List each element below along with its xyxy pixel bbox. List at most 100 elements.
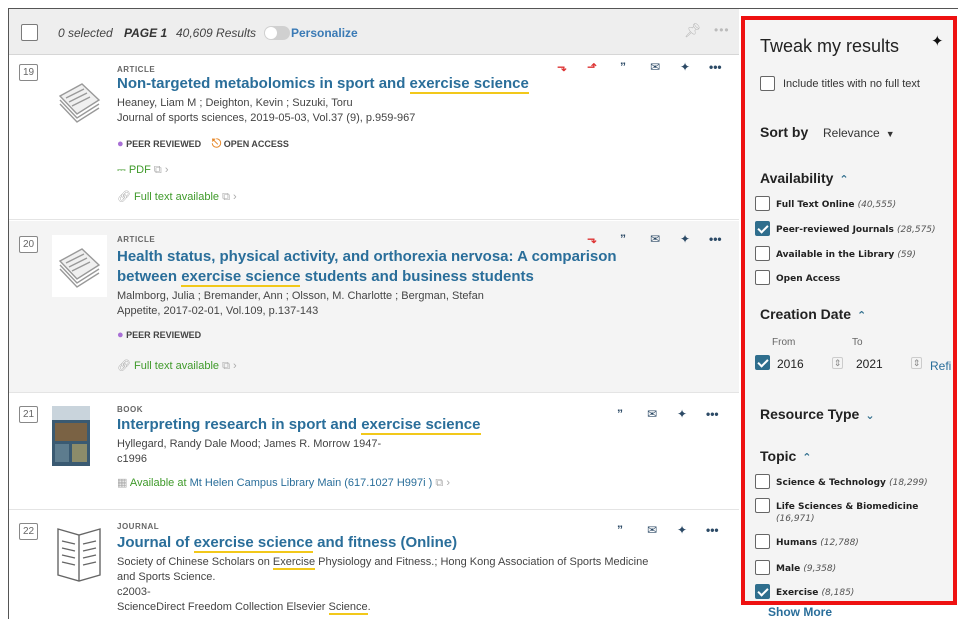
facet-open-access[interactable]: Open Access: [776, 273, 840, 285]
pin-icon[interactable]: ✦: [931, 32, 944, 50]
more-icon[interactable]: •••: [714, 23, 730, 37]
chevron-right-icon: ›: [164, 164, 169, 176]
facet-checkbox-humans[interactable]: [755, 534, 770, 549]
fulltext-link[interactable]: 🔗︎ Full text available ⧉ ›: [117, 359, 237, 373]
facet-checkbox-exercise[interactable]: [755, 584, 770, 599]
topic-heading[interactable]: Topic ⌃: [760, 448, 812, 464]
result-badges: ● PEER REVIEWED: [117, 329, 202, 341]
result-number: 21: [19, 406, 38, 423]
pin-icon[interactable]: ✦: [680, 60, 690, 74]
to-year-input[interactable]: 2021: [856, 357, 883, 371]
article-thumbnail: [52, 235, 107, 297]
document-icon: [58, 248, 101, 288]
cite-icon[interactable]: ”: [620, 232, 626, 246]
facet-available-library[interactable]: Available in the Library (59): [776, 249, 916, 261]
personalize-link[interactable]: Personalize: [291, 26, 358, 40]
chevron-right-icon: ›: [233, 360, 237, 372]
pin-icon[interactable]: 📌︎: [684, 22, 702, 39]
availability-link[interactable]: ▦ Available at Mt Helen Campus Library M…: [117, 476, 450, 490]
selected-count: 0 selected: [58, 26, 113, 40]
facet-checkbox-fulltext[interactable]: [755, 196, 770, 211]
journal-thumbnail: [52, 521, 107, 583]
email-icon[interactable]: ✉: [647, 407, 657, 421]
include-no-fulltext-checkbox[interactable]: [760, 76, 775, 91]
facet-checkbox-science-tech[interactable]: [755, 474, 770, 489]
result-item: 19 ARTICLE Non-targeted metabolomics in …: [9, 56, 739, 220]
facet-exercise[interactable]: Exercise (8,185): [776, 587, 854, 599]
result-source: Journal of sports sciences, 2019-05-03, …: [117, 112, 416, 124]
chevron-right-icon: ›: [446, 477, 450, 489]
facet-checkbox-life-sciences[interactable]: [755, 498, 770, 513]
unpaywall-icon[interactable]: ⬎: [587, 232, 597, 246]
facet-checkbox-peer-reviewed[interactable]: [755, 221, 770, 236]
result-number: 22: [19, 523, 38, 540]
more-icon[interactable]: •••: [706, 407, 719, 421]
more-icon[interactable]: •••: [709, 232, 722, 246]
result-collection: ScienceDirect Freedom Collection Elsevie…: [117, 601, 371, 615]
from-year-input[interactable]: 2016: [777, 357, 804, 371]
pdf-link[interactable]: ⎓ PDF ⧉ ›: [117, 164, 169, 177]
email-icon[interactable]: ✉: [650, 232, 660, 246]
link-icon: 🔗︎: [117, 360, 131, 372]
facet-humans[interactable]: Humans (12,788): [776, 537, 859, 549]
facet-peer-reviewed[interactable]: Peer-reviewed Journals (28,575): [776, 224, 936, 236]
more-icon[interactable]: •••: [709, 60, 722, 74]
facet-life-sciences[interactable]: Life Sciences & Biomedicine (16,971): [776, 501, 936, 525]
facet-checkbox-male[interactable]: [755, 560, 770, 575]
fulltext-link[interactable]: 🔗︎ Full text available ⧉ ›: [117, 190, 237, 204]
personalize-toggle[interactable]: [264, 26, 290, 40]
tweak-results-panel: Tweak my results ✦ Include titles with n…: [741, 16, 957, 605]
result-title[interactable]: Journal of exercise science and fitness …: [117, 533, 607, 553]
refine-button[interactable]: Refi: [930, 359, 951, 373]
pin-icon[interactable]: ✦: [677, 407, 687, 421]
open-access-icon: ⎋: [211, 136, 222, 150]
pdf-icon: ⎓: [117, 164, 126, 176]
sort-select[interactable]: Relevance ▼: [823, 126, 895, 140]
cite-icon[interactable]: ”: [620, 60, 626, 74]
result-type: ARTICLE: [117, 235, 156, 244]
page-number: PAGE 1: [124, 26, 168, 40]
pin-icon[interactable]: ✦: [677, 523, 687, 537]
resource-type-heading[interactable]: Resource Type ⌄: [760, 406, 875, 422]
cite-icon[interactable]: ”: [617, 523, 623, 537]
facet-checkbox-library[interactable]: [755, 246, 770, 261]
creation-date-heading[interactable]: Creation Date ⌃: [760, 306, 866, 322]
email-icon[interactable]: ✉: [647, 523, 657, 537]
book-cover: [52, 406, 90, 466]
email-icon[interactable]: ✉: [650, 60, 660, 74]
result-title[interactable]: Health status, physical activity, and or…: [117, 247, 637, 287]
cite-icon[interactable]: ”: [617, 407, 623, 421]
include-no-fulltext-label[interactable]: Include titles with no full text: [783, 78, 920, 90]
sort-by-label: Sort by: [760, 124, 809, 140]
from-label: From: [772, 337, 796, 348]
external-link-icon: ⧉: [222, 191, 230, 203]
result-title[interactable]: Interpreting research in sport and exerc…: [117, 415, 607, 435]
unpaywall-icon[interactable]: ⬏: [587, 60, 597, 74]
select-all-checkbox[interactable]: [21, 24, 38, 41]
pin-icon[interactable]: ✦: [680, 232, 690, 246]
result-number: 20: [19, 236, 38, 253]
results-count: 40,609 Results: [176, 26, 257, 40]
from-year-spinner[interactable]: ⇕: [832, 357, 843, 369]
unpaywall-icon[interactable]: ⬎: [557, 60, 567, 74]
show-more-link[interactable]: Show More: [768, 605, 832, 619]
facet-fulltext-online[interactable]: Full Text Online (40,555): [776, 199, 896, 211]
result-type: JOURNAL: [117, 522, 160, 531]
external-link-icon: ⧉: [222, 360, 230, 372]
document-icon: [58, 83, 101, 123]
facet-male[interactable]: Male (9,358): [776, 563, 836, 575]
result-year: c1996: [117, 453, 147, 465]
facet-checkbox-open-access[interactable]: [755, 270, 770, 285]
result-year: c2003-: [117, 586, 151, 598]
chevron-up-icon: ⌃: [839, 174, 849, 186]
external-link-icon: ⧉: [153, 164, 162, 176]
facet-science-technology[interactable]: Science & Technology (18,299): [776, 477, 928, 489]
availability-heading[interactable]: Availability ⌃: [760, 170, 849, 186]
more-icon[interactable]: •••: [706, 523, 719, 537]
result-title[interactable]: Non-targeted metabolomics in sport and e…: [117, 74, 607, 94]
result-source: Appetite, 2017-02-01, Vol.109, p.137-143: [117, 305, 319, 317]
result-type: ARTICLE: [117, 65, 156, 74]
to-year-spinner[interactable]: ⇕: [911, 357, 922, 369]
chevron-down-icon: ⌄: [865, 410, 875, 422]
date-range-checkbox[interactable]: [755, 355, 770, 370]
